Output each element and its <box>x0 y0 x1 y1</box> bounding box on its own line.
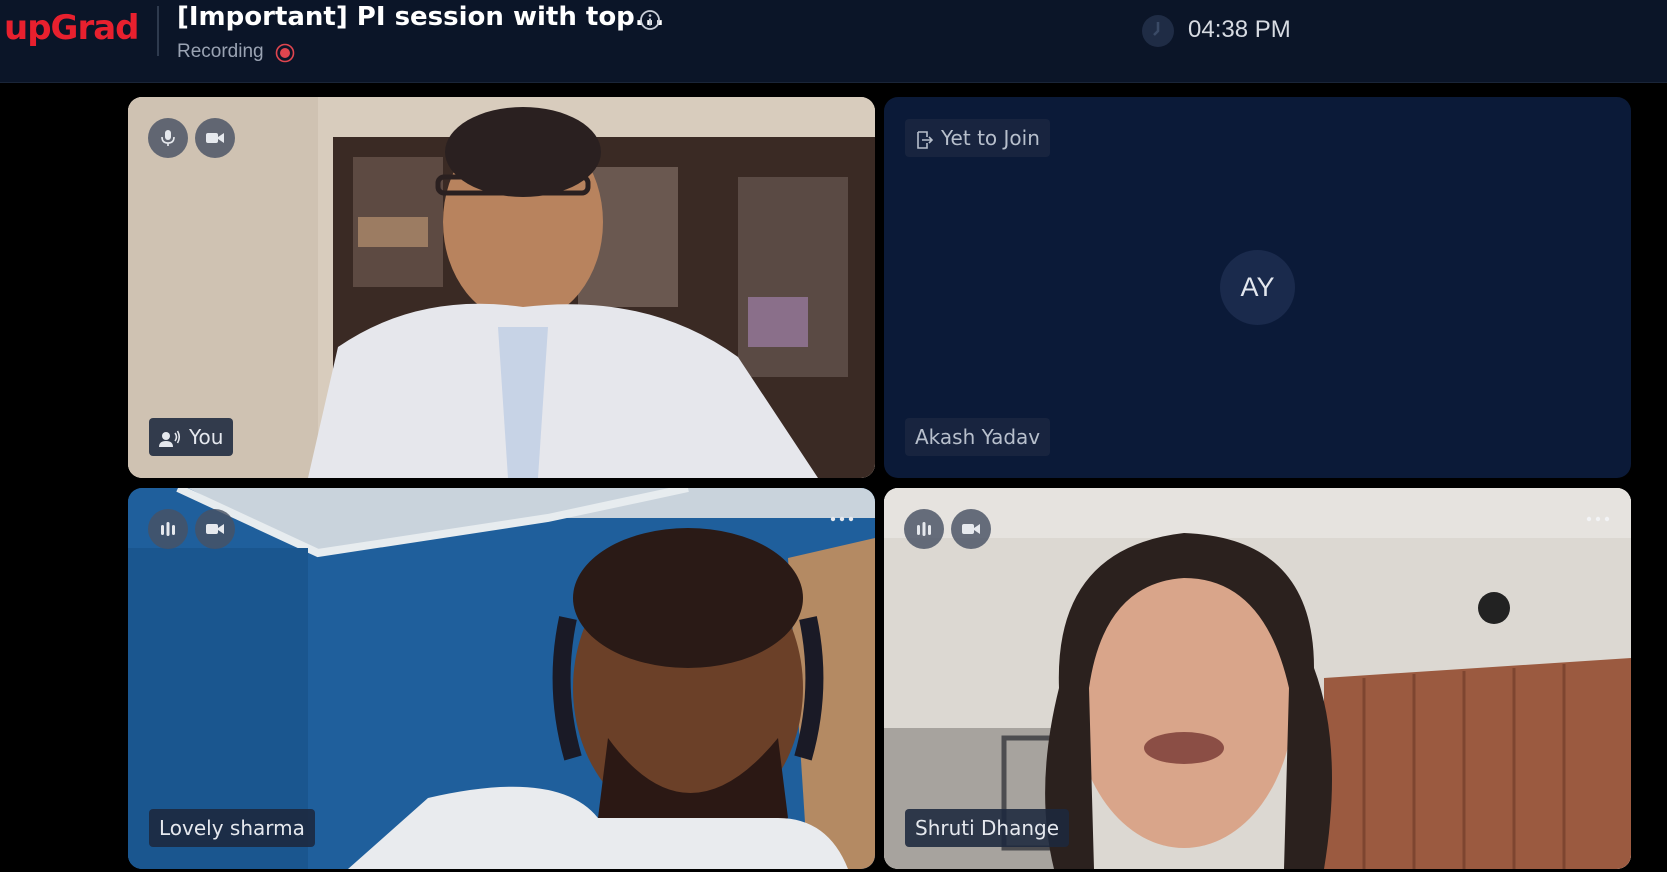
speaking-icon <box>159 430 181 447</box>
meeting-header: upGrad [Important] PI session with top..… <box>0 0 1667 83</box>
camera-button[interactable] <box>195 118 235 158</box>
avatar: AY <box>1220 250 1295 325</box>
video-tile-akash-yadav[interactable]: Yet to Join AY Akash Yadav <box>884 97 1631 478</box>
participant-name: Akash Yadav <box>915 425 1041 449</box>
camera-button[interactable] <box>195 509 235 549</box>
upgrad-logo[interactable]: upGrad <box>4 8 139 48</box>
camera-icon <box>206 133 224 143</box>
session-title: [Important] PI session with top... <box>177 2 665 32</box>
join-door-icon <box>917 130 933 149</box>
participant-name: You <box>189 425 224 449</box>
info-icon[interactable] <box>639 9 661 31</box>
video-tile-lovely-sharma[interactable]: Lovely sharma <box>128 488 875 869</box>
participant-name-tag: You <box>149 418 234 456</box>
join-status-label: Yet to Join <box>941 126 1040 150</box>
header-divider <box>157 6 159 56</box>
mic-button[interactable] <box>148 118 188 158</box>
audio-button[interactable] <box>904 509 944 549</box>
participant-name-tag: Shruti Dhange <box>905 809 1070 847</box>
current-time: 04:38 PM <box>1188 16 1291 43</box>
recording-label: Recording <box>177 41 264 62</box>
participant-name: Shruti Dhange <box>915 816 1060 840</box>
audio-level-icon <box>917 522 931 536</box>
video-tile-you[interactable]: You <box>128 97 875 478</box>
mic-icon <box>161 130 175 146</box>
camera-icon <box>962 524 980 534</box>
more-options-icon[interactable] <box>829 514 855 524</box>
recording-indicator-icon <box>275 43 295 63</box>
audio-level-icon <box>161 522 175 536</box>
participant-name: Lovely sharma <box>159 816 305 840</box>
camera-icon <box>206 524 224 534</box>
clock-icon <box>1142 15 1174 47</box>
join-status-badge: Yet to Join <box>905 119 1050 157</box>
more-options-icon[interactable] <box>1585 514 1611 524</box>
audio-button[interactable] <box>148 509 188 549</box>
participant-name-tag: Lovely sharma <box>149 809 315 847</box>
participant-video <box>128 97 875 478</box>
camera-button[interactable] <box>951 509 991 549</box>
video-tile-shruti-dhange[interactable]: Shruti Dhange <box>884 488 1631 869</box>
participant-name-tag: Akash Yadav <box>905 418 1051 456</box>
